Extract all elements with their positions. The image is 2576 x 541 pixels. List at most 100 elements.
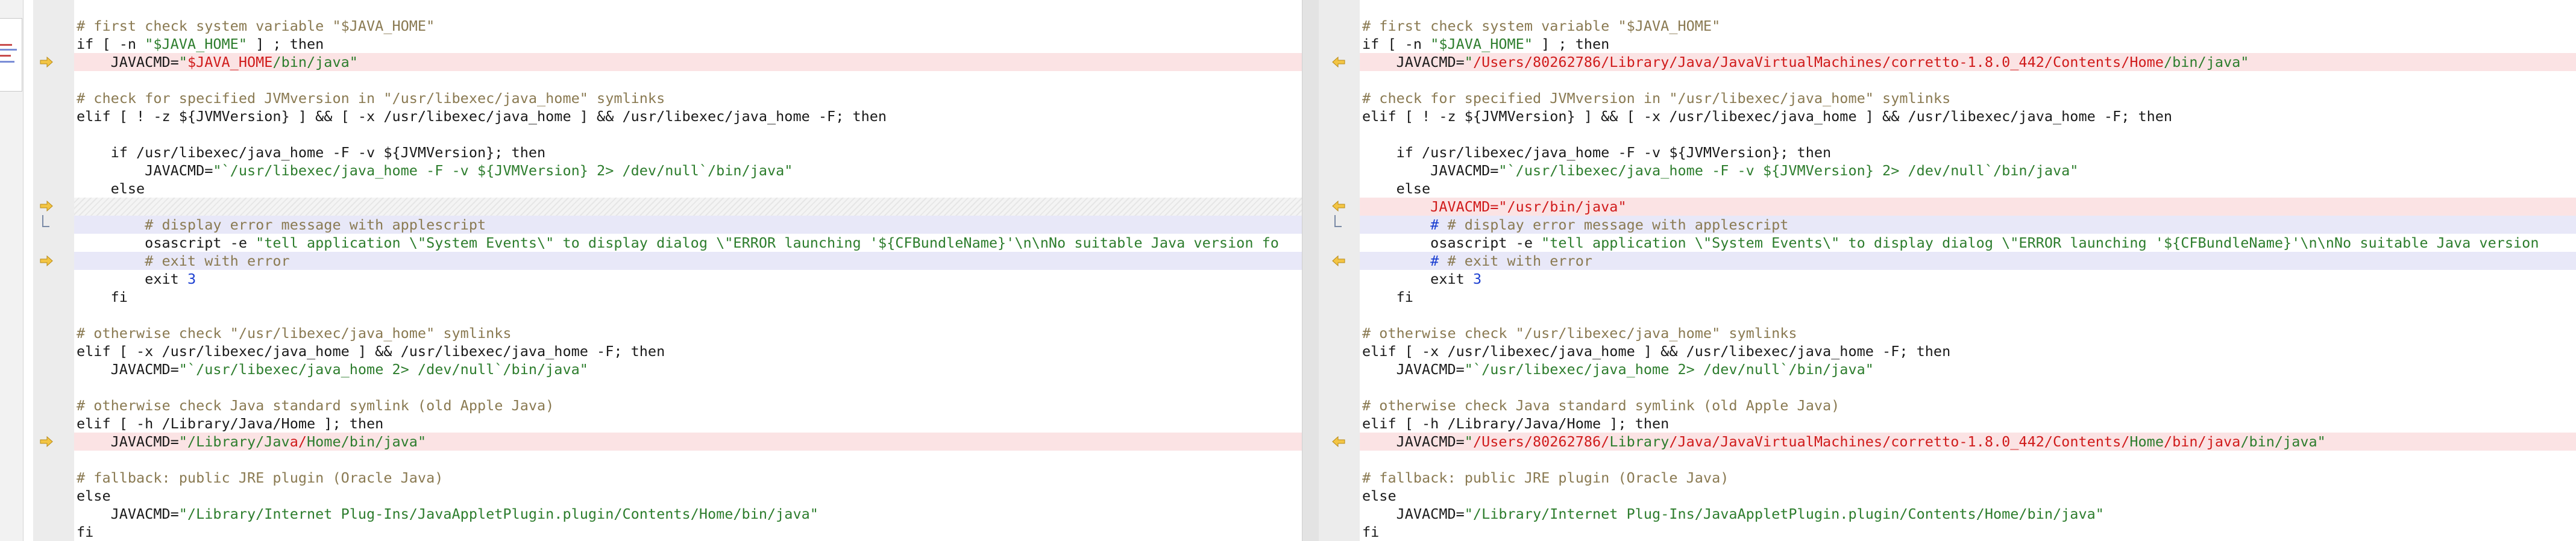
code-string: "tell application \"System Events\" to d… <box>1541 234 2539 251</box>
code-text: exit <box>1362 270 1473 287</box>
code-line: else <box>1360 180 2576 198</box>
code-text: JAVACMD= <box>77 361 179 378</box>
code-text: fi <box>77 289 128 305</box>
added-text: /bin/java <box>2163 433 2241 450</box>
code-string: /bin/java" <box>2163 54 2249 70</box>
arrow-left-icon[interactable] <box>1332 201 1345 211</box>
arrow-right-icon[interactable] <box>40 255 53 266</box>
code-comment: # fallback: public JRE plugin (Oracle Ja… <box>77 469 444 486</box>
code-line: else <box>74 180 1302 198</box>
code-line: if [ -n "$JAVA_HOME" ] ; then <box>1360 35 2576 53</box>
arrow-right-icon[interactable] <box>40 436 53 447</box>
overview-change-mark <box>0 49 17 51</box>
code-line: # first check system variable "$JAVA_HOM… <box>74 17 1302 35</box>
code-string: "/Library/Internet Plug-Ins/JavaAppletPl… <box>1464 505 2104 522</box>
code-comment: # first check system variable "$JAVA_HOM… <box>1362 17 1721 34</box>
code-string: "/Library/Jav <box>178 433 290 450</box>
right-code-pane[interactable]: # first check system variable "$JAVA_HOM… <box>1360 0 2576 541</box>
code-line: JAVACMD="`/usr/libexec/java_home -F -v $… <box>1360 161 2576 180</box>
arrow-left-icon[interactable] <box>1332 436 1345 447</box>
added-text: /Users/80262786/ <box>1472 433 1610 450</box>
added-text: # <box>1362 252 1448 269</box>
code-line: # check for specified JVMversion in "/us… <box>74 89 1302 107</box>
code-string: /bin/java" <box>272 54 358 70</box>
added-text: /Users/80262786/Library/Java/JavaVirtual… <box>1472 54 2164 70</box>
code-comment: # check for specified JVMversion in "/us… <box>77 90 665 107</box>
code-line: if [ -n "$JAVA_HOME" ] ; then <box>74 35 1302 53</box>
changed-line[interactable]: JAVACMD="/Users/80262786/Library/Java/Ja… <box>1360 53 2576 71</box>
pane-divider[interactable] <box>1302 0 1320 541</box>
arrow-left-icon[interactable] <box>1332 255 1345 266</box>
arrow-right-icon[interactable] <box>40 57 53 67</box>
code-line: # otherwise check "/usr/libexec/java_hom… <box>74 324 1302 342</box>
code-text: elif [ -h /Library/Java/Home ]; then <box>1362 415 1670 432</box>
code-comment: # otherwise check "/usr/libexec/java_hom… <box>77 325 512 342</box>
code-string: "$JAVA_HOME" <box>1430 36 1533 52</box>
code-comment: # fallback: public JRE plugin (Oracle Ja… <box>1362 469 1729 486</box>
code-line: # otherwise check Java standard symlink … <box>1360 396 2576 414</box>
removed-text: $JAVA_HOME <box>187 54 273 70</box>
code-line: JAVACMD="`/usr/libexec/java_home 2> /dev… <box>1360 360 2576 378</box>
code-line: JAVACMD="/Library/Internet Plug-Ins/Java… <box>74 505 1302 523</box>
code-text: JAVACMD= <box>1362 54 1465 70</box>
code-text: osascript -e <box>77 234 256 251</box>
code-text: JAVACMD= <box>1362 162 1499 179</box>
code-comment: # otherwise check "/usr/libexec/java_hom… <box>1362 325 1797 342</box>
code-line: JAVACMD="/Library/Internet Plug-Ins/Java… <box>1360 505 2576 523</box>
changed-line[interactable]: # # display error message with applescri… <box>1360 216 2576 234</box>
code-line: elif [ -x /usr/libexec/java_home ] && /u… <box>1360 342 2576 360</box>
changed-line[interactable]: # display error message with applescript <box>74 216 1302 234</box>
code-text: else <box>77 487 111 504</box>
code-text: else <box>1362 180 1431 197</box>
overview-change-mark <box>0 44 12 46</box>
code-text: ] ; then <box>1532 36 1610 52</box>
left-code-pane[interactable]: # first check system variable "$JAVA_HOM… <box>74 0 1302 541</box>
removed-text: a/ <box>289 433 307 450</box>
code-string: "`/usr/libexec/java_home 2> /dev/null`/b… <box>178 361 588 378</box>
code-string: Library <box>1609 433 1670 450</box>
code-text: elif [ -x /usr/libexec/java_home ] && /u… <box>77 343 665 360</box>
code-text: if /usr/libexec/java_home -F -v ${JVMVer… <box>77 144 546 161</box>
diff-overview-map[interactable] <box>0 0 24 541</box>
added-text: # <box>1362 216 1448 233</box>
overview-viewport[interactable] <box>0 18 22 92</box>
code-string: " <box>178 54 187 70</box>
code-text: ] ; then <box>247 36 324 52</box>
code-text: JAVACMD= <box>1362 361 1465 378</box>
code-text: fi <box>77 524 94 540</box>
arrow-right-icon[interactable] <box>40 201 53 211</box>
bracket-icon <box>1334 215 1342 227</box>
code-line: # fallback: public JRE plugin (Oracle Ja… <box>74 469 1302 487</box>
code-line: elif [ -x /usr/libexec/java_home ] && /u… <box>74 342 1302 360</box>
changed-line[interactable]: JAVACMD="/usr/bin/java" <box>1360 198 2576 216</box>
code-line: # otherwise check "/usr/libexec/java_hom… <box>1360 324 2576 342</box>
code-line: # check for specified JVMversion in "/us… <box>1360 89 2576 107</box>
code-comment: # exit with error <box>77 252 290 269</box>
changed-line[interactable]: JAVACMD="$JAVA_HOME/bin/java" <box>74 53 1302 71</box>
code-string: "/Library/Internet Plug-Ins/JavaAppletPl… <box>178 505 818 522</box>
code-string: "`/usr/libexec/java_home -F -v ${JVMVers… <box>1498 162 2079 179</box>
code-line: exit 3 <box>1360 270 2576 288</box>
changed-line[interactable]: # # exit with error <box>1360 252 2576 270</box>
code-text: JAVACMD= <box>77 162 213 179</box>
code-text: exit <box>77 270 187 287</box>
code-line: else <box>74 487 1302 505</box>
code-string: Home <box>2129 433 2164 450</box>
code-line: elif [ -h /Library/Java/Home ]; then <box>74 414 1302 433</box>
bracket-icon <box>42 215 49 227</box>
code-line: osascript -e "tell application \"System … <box>74 234 1302 252</box>
code-line: # first check system variable "$JAVA_HOM… <box>1360 17 2576 35</box>
code-text: fi <box>1362 524 1380 540</box>
changed-line[interactable]: JAVACMD="/Library/Java/Home/bin/java" <box>74 433 1302 451</box>
changed-line[interactable]: # exit with error <box>74 252 1302 270</box>
code-line: fi <box>1360 288 2576 306</box>
code-string: "`/usr/libexec/java_home 2> /dev/null`/b… <box>1464 361 1874 378</box>
arrow-left-icon[interactable] <box>1332 57 1345 67</box>
code-line: JAVACMD="`/usr/libexec/java_home 2> /dev… <box>74 360 1302 378</box>
code-comment: # otherwise check Java standard symlink … <box>77 397 554 414</box>
changed-line[interactable]: JAVACMD="/Users/80262786/Library/Java/Ja… <box>1360 433 2576 451</box>
code-comment: # display error message with applescript <box>1447 216 1789 233</box>
code-line: JAVACMD="`/usr/libexec/java_home -F -v $… <box>74 161 1302 180</box>
code-text: JAVACMD= <box>1362 505 1465 522</box>
code-line: # fallback: public JRE plugin (Oracle Ja… <box>1360 469 2576 487</box>
